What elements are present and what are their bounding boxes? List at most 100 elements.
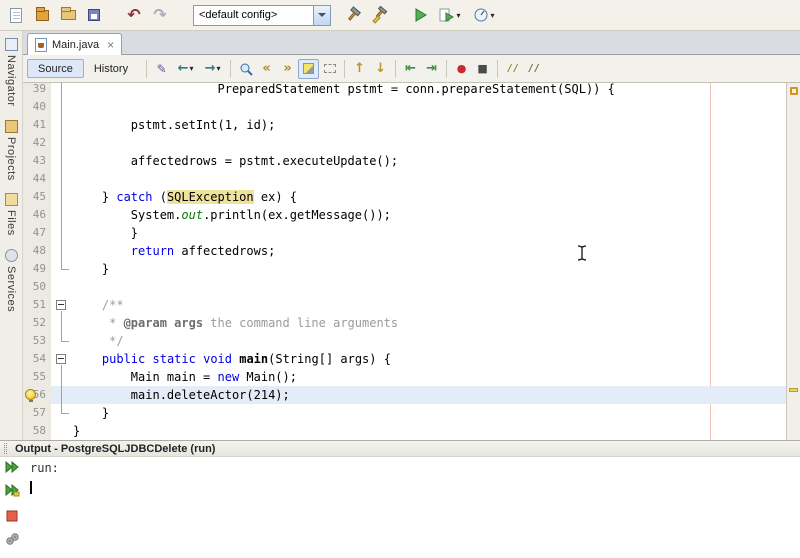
output-console[interactable]: run: bbox=[26, 459, 800, 494]
code-text[interactable]: System.out.println(ex.getMessage()); bbox=[73, 206, 786, 224]
tab-close-icon[interactable]: × bbox=[107, 39, 114, 51]
code-line[interactable]: 46 System.out.println(ex.getMessage()); bbox=[23, 206, 786, 224]
code-line[interactable]: 47 } bbox=[23, 224, 786, 242]
code-line[interactable]: 48 return affectedrows; bbox=[23, 242, 786, 260]
build-project-button[interactable] bbox=[341, 3, 367, 27]
undo-button[interactable]: ↶ bbox=[121, 3, 147, 27]
hint-lightbulb-icon[interactable] bbox=[25, 389, 36, 402]
shift-line-right-button[interactable]: ⇥ bbox=[421, 59, 442, 79]
code-text[interactable]: } bbox=[73, 422, 786, 440]
shift-line-left-button[interactable]: ⇤ bbox=[400, 59, 421, 79]
toolbar-separator bbox=[146, 59, 148, 78]
fold-gutter[interactable] bbox=[51, 350, 73, 368]
code-line[interactable]: 54 public static void main(String[] args… bbox=[23, 350, 786, 368]
code-line[interactable]: 56 main.deleteActor(214); bbox=[23, 386, 786, 404]
open-project-button[interactable] bbox=[55, 3, 81, 27]
error-status-badge[interactable] bbox=[790, 87, 798, 95]
tab-main-java[interactable]: Main.java × bbox=[27, 33, 123, 55]
code-line[interactable]: 53 */ bbox=[23, 332, 786, 350]
code-line[interactable]: 50 bbox=[23, 278, 786, 296]
code-text[interactable]: affectedrows = pstmt.executeUpdate(); bbox=[73, 152, 786, 170]
start-macro-recording-button[interactable]: ● bbox=[451, 59, 472, 79]
code-text[interactable] bbox=[73, 98, 786, 116]
fold-gutter bbox=[51, 98, 73, 116]
back-button[interactable]: ← ▾ bbox=[172, 59, 199, 79]
sidebar-item-navigator[interactable]: Navigator bbox=[0, 31, 22, 113]
output-settings-button[interactable] bbox=[3, 530, 21, 548]
code-line[interactable]: 43 affectedrows = pstmt.executeUpdate(); bbox=[23, 152, 786, 170]
run-icon bbox=[415, 8, 427, 22]
rerun-params-icon bbox=[5, 483, 20, 497]
toggle-highlight-search-button[interactable] bbox=[298, 58, 320, 79]
sidebar-item-services[interactable]: Services bbox=[0, 242, 22, 318]
code-text[interactable] bbox=[73, 170, 786, 188]
source-view-button[interactable]: Source bbox=[27, 59, 84, 78]
hint-stripe-mark[interactable] bbox=[789, 388, 798, 392]
code-text[interactable]: pstmt.setInt(1, id); bbox=[73, 116, 786, 134]
code-line[interactable]: 44 bbox=[23, 170, 786, 188]
rerun-with-parameters-button[interactable] bbox=[3, 481, 21, 499]
run-project-button[interactable] bbox=[407, 3, 433, 27]
code-text[interactable]: return affectedrows; bbox=[73, 242, 786, 260]
code-text[interactable]: } catch (SQLException ex) { bbox=[73, 188, 786, 206]
code-editor[interactable]: 39 PreparedStatement pstmt = conn.prepar… bbox=[23, 83, 786, 440]
find-previous-occurrence-button[interactable]: « bbox=[256, 59, 277, 79]
stop-button[interactable] bbox=[3, 507, 21, 525]
code-text[interactable]: * @param args the command line arguments bbox=[73, 314, 786, 332]
code-text[interactable]: Main main = new Main(); bbox=[73, 368, 786, 386]
next-bookmark-button[interactable]: ↓ bbox=[370, 59, 391, 79]
last-edit-button[interactable]: ✎ bbox=[151, 59, 172, 79]
sidebar-item-projects[interactable]: Projects bbox=[0, 113, 22, 187]
code-line[interactable]: 51 /** bbox=[23, 296, 786, 314]
code-line[interactable]: 42 bbox=[23, 134, 786, 152]
fold-gutter[interactable] bbox=[51, 296, 73, 314]
code-text[interactable] bbox=[73, 278, 786, 296]
line-number: 42 bbox=[32, 136, 46, 149]
config-dropdown-button[interactable] bbox=[313, 5, 330, 25]
line-number: 39 bbox=[32, 83, 46, 95]
new-file-button[interactable] bbox=[3, 3, 29, 27]
code-text[interactable] bbox=[73, 134, 786, 152]
config-dropdown[interactable]: <default config> bbox=[193, 4, 331, 26]
rerun-button[interactable] bbox=[3, 458, 21, 476]
stop-macro-recording-button[interactable]: ■ bbox=[472, 59, 493, 79]
toggle-rectangular-selection-button[interactable] bbox=[319, 59, 340, 79]
profile-project-button[interactable]: ▾ bbox=[467, 3, 501, 27]
previous-bookmark-button[interactable]: ↑ bbox=[349, 59, 370, 79]
drag-grip-icon[interactable] bbox=[4, 443, 7, 454]
find-selection-button[interactable] bbox=[235, 59, 256, 79]
code-line[interactable]: 52 * @param args the command line argume… bbox=[23, 314, 786, 332]
code-text[interactable]: main.deleteActor(214); bbox=[73, 386, 786, 404]
forward-button[interactable]: → ▾ bbox=[199, 59, 226, 79]
code-line[interactable]: 45 } catch (SQLException ex) { bbox=[23, 188, 786, 206]
code-text[interactable]: */ bbox=[73, 332, 786, 350]
code-line[interactable]: 57 } bbox=[23, 404, 786, 422]
code-line[interactable]: 41 pstmt.setInt(1, id); bbox=[23, 116, 786, 134]
sidebar-item-files[interactable]: Files bbox=[0, 186, 22, 242]
error-stripe[interactable] bbox=[786, 83, 800, 440]
code-line[interactable]: 55 Main main = new Main(); bbox=[23, 368, 786, 386]
uncomment-button[interactable]: // bbox=[523, 59, 544, 79]
fold-gutter bbox=[51, 224, 73, 242]
fold-collapse-icon[interactable] bbox=[56, 354, 66, 364]
code-text[interactable]: public static void main(String[] args) { bbox=[73, 350, 786, 368]
code-text[interactable]: /** bbox=[73, 296, 786, 314]
find-next-occurrence-button[interactable]: » bbox=[277, 59, 298, 79]
code-line[interactable]: 58} bbox=[23, 422, 786, 440]
code-line[interactable]: 39 PreparedStatement pstmt = conn.prepar… bbox=[23, 83, 786, 98]
fold-collapse-icon[interactable] bbox=[56, 300, 66, 310]
code-text[interactable]: } bbox=[73, 404, 786, 422]
history-view-button[interactable]: History bbox=[84, 59, 138, 78]
code-text[interactable]: } bbox=[73, 224, 786, 242]
navigator-icon bbox=[4, 38, 18, 51]
comment-button[interactable]: // bbox=[502, 59, 523, 79]
debug-project-button[interactable]: ▾ bbox=[433, 3, 467, 27]
code-text[interactable]: PreparedStatement pstmt = conn.prepareSt… bbox=[73, 83, 786, 98]
new-project-button[interactable] bbox=[29, 3, 55, 27]
code-text[interactable]: } bbox=[73, 260, 786, 278]
redo-button[interactable]: ↷ bbox=[147, 3, 173, 27]
save-all-button[interactable] bbox=[81, 3, 107, 27]
code-line[interactable]: 49 } bbox=[23, 260, 786, 278]
clean-build-button[interactable] bbox=[367, 3, 393, 27]
code-line[interactable]: 40 bbox=[23, 98, 786, 116]
